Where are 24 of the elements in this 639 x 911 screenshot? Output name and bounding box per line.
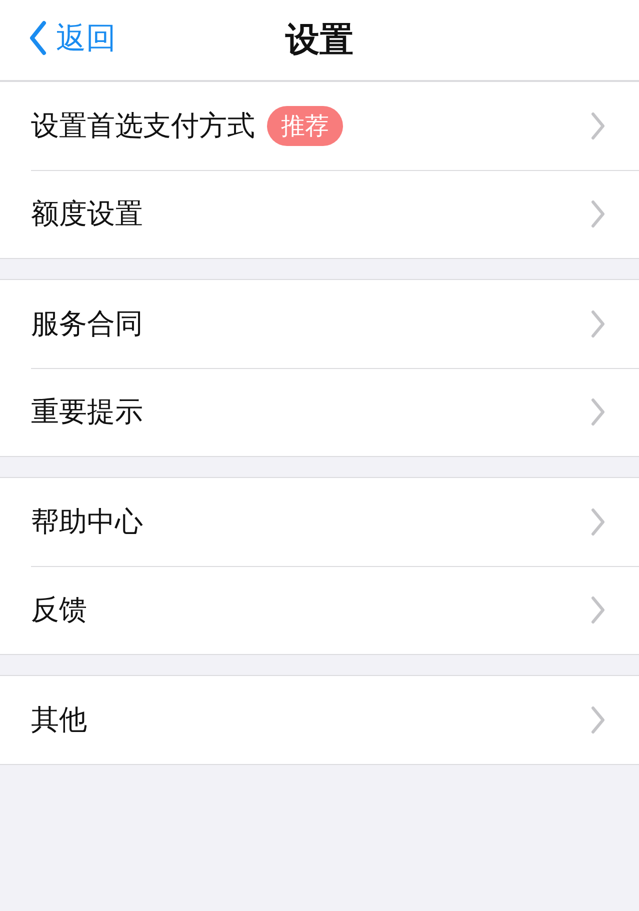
chevron-right-icon [591,398,605,426]
settings-row[interactable]: 反馈 [0,566,639,654]
row-label: 反馈 [31,592,87,628]
back-chevron-icon [28,20,48,56]
row-label: 设置首选支付方式 [31,108,255,144]
row-label: 服务合同 [31,306,143,342]
settings-row[interactable]: 额度设置 [0,170,639,258]
row-label: 帮助中心 [31,504,143,540]
settings-row[interactable]: 重要提示 [0,368,639,456]
chevron-right-icon [591,706,605,734]
chevron-right-icon [591,200,605,228]
chevron-right-icon [591,508,605,536]
settings-row[interactable]: 其他 [0,676,639,764]
row-label: 其他 [31,702,87,738]
chevron-right-icon [591,596,605,624]
chevron-right-icon [591,310,605,338]
recommend-tag: 推荐 [267,106,343,146]
row-label: 额度设置 [31,196,143,232]
page-title: 设置 [286,19,354,62]
settings-row[interactable]: 设置首选支付方式 推荐 [0,82,639,170]
chevron-right-icon [591,112,605,140]
settings-row[interactable]: 帮助中心 [0,478,639,566]
row-label: 重要提示 [31,394,143,430]
settings-row[interactable]: 服务合同 [0,280,639,368]
